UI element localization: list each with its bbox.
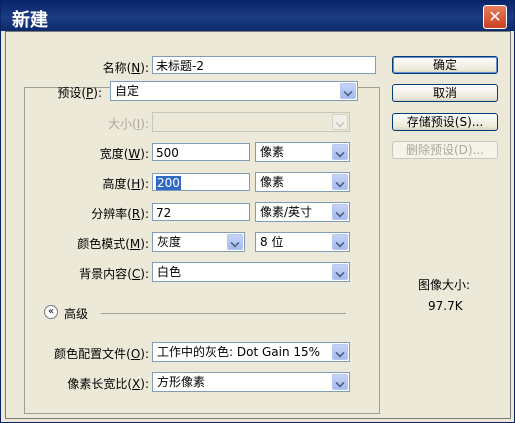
bit-depth-value: 8 位 (260, 235, 284, 249)
close-icon: ✕ (488, 7, 502, 26)
chevron-down-icon[interactable] (332, 374, 348, 390)
resolution-input[interactable]: 72 (152, 203, 250, 221)
height-input[interactable]: 200 (152, 173, 250, 191)
bit-depth-dropdown[interactable]: 8 位 (255, 232, 350, 252)
chevron-down-icon[interactable] (332, 174, 348, 190)
color-profile-dropdown[interactable]: 工作中的灰色: Dot Gain 15% (152, 342, 350, 362)
new-document-dialog: 新建 ✕ 名称(N): 未标题-2 预设(P): 自定 大小(I): 宽度(W)… (0, 0, 515, 423)
height-unit-dropdown[interactable]: 像素 (255, 172, 350, 192)
chevron-down-icon[interactable] (340, 83, 356, 99)
resolution-unit-dropdown[interactable]: 像素/英寸 (255, 202, 350, 222)
background-label: 背景内容(C): (79, 267, 149, 281)
size-dropdown (152, 112, 350, 132)
title-bar[interactable]: 新建 ✕ (1, 1, 514, 31)
color-profile-value: 工作中的灰色: Dot Gain 15% (157, 345, 321, 359)
background-dropdown[interactable]: 白色 (152, 262, 350, 282)
name-label: 名称(N): (102, 61, 149, 75)
image-size-value: 97.7K (428, 299, 463, 313)
color-profile-label: 颜色配置文件(O): (54, 347, 149, 361)
chevron-down-icon[interactable] (332, 204, 348, 220)
advanced-divider (101, 313, 346, 314)
cancel-button[interactable]: 取消 (392, 84, 498, 102)
collapse-advanced-icon[interactable]: « (44, 305, 58, 319)
resolution-label: 分辨率(R): (91, 207, 149, 221)
dialog-title: 新建 (12, 10, 48, 31)
color-mode-label: 颜色模式(M): (77, 237, 149, 251)
height-label: 高度(H): (102, 177, 149, 191)
pixel-aspect-dropdown[interactable]: 方形像素 (152, 372, 350, 392)
width-input[interactable]: 500 (152, 143, 250, 161)
pixel-aspect-value: 方形像素 (157, 375, 206, 389)
save-preset-button[interactable]: 存储预设(S)... (392, 113, 498, 131)
chevron-down-icon[interactable] (332, 234, 348, 250)
delete-preset-button: 删除预设(D)... (392, 141, 498, 159)
resolution-unit-value: 像素/英寸 (260, 205, 313, 219)
height-selected-text: 200 (156, 176, 181, 190)
color-mode-dropdown[interactable]: 灰度 (152, 232, 245, 252)
width-unit-dropdown[interactable]: 像素 (255, 142, 350, 162)
color-mode-value: 灰度 (157, 235, 182, 249)
preset-dropdown[interactable]: 自定 (110, 81, 358, 101)
ok-button[interactable]: 确定 (392, 56, 498, 74)
preset-label: 预设(P): (57, 86, 102, 100)
height-unit-value: 像素 (260, 175, 285, 189)
pixel-aspect-label: 像素长宽比(X): (67, 377, 149, 391)
dialog-body: 名称(N): 未标题-2 预设(P): 自定 大小(I): 宽度(W): 500… (5, 31, 511, 419)
width-label: 宽度(W): (99, 147, 149, 161)
size-label: 大小(I): (108, 117, 149, 131)
width-unit-value: 像素 (260, 145, 285, 159)
preset-value: 自定 (115, 84, 140, 98)
chevron-down-icon[interactable] (227, 234, 243, 250)
background-value: 白色 (157, 265, 182, 279)
chevron-down-icon (332, 114, 348, 130)
name-input[interactable]: 未标题-2 (152, 56, 376, 74)
close-button[interactable]: ✕ (483, 5, 507, 29)
image-size-label: 图像大小: (418, 278, 471, 292)
chevron-down-icon[interactable] (332, 264, 348, 280)
advanced-label[interactable]: 高级 (64, 305, 88, 322)
chevron-down-icon[interactable] (332, 144, 348, 160)
chevron-down-icon[interactable] (332, 344, 348, 360)
